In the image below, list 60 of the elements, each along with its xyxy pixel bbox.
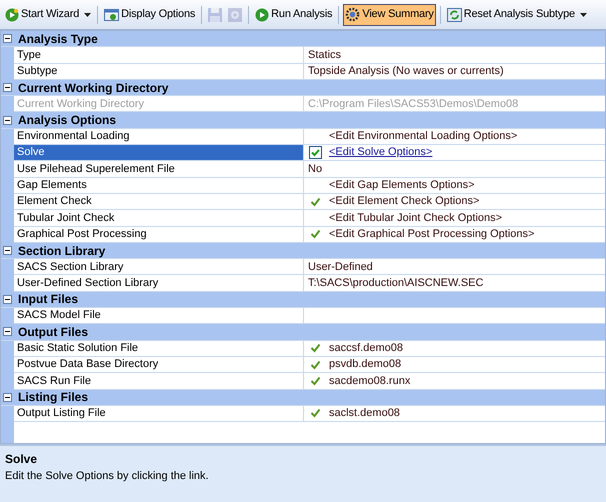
property-value: No [308, 162, 322, 177]
edit-options-text[interactable]: <Edit Tubular Joint Check Options> [329, 210, 502, 226]
property-name[interactable]: User-Defined Section Library [14, 275, 304, 292]
category-title: Listing Files [18, 389, 88, 406]
edit-options-text[interactable]: <Edit Environmental Loading Options> [329, 128, 518, 145]
toolbar-button[interactable]: View Summary [343, 4, 436, 26]
property-name[interactable]: SACS Run File [14, 373, 304, 390]
property-name[interactable]: Subtype [14, 64, 304, 80]
toolbar-button[interactable]: Start Wizard [3, 4, 94, 26]
caret-icon [580, 12, 587, 16]
description-title: Solve [5, 451, 38, 468]
edit-options-text[interactable]: psvdb.demo08 [329, 356, 402, 373]
collapse-icon[interactable] [3, 83, 12, 92]
property-name[interactable]: Element Check [14, 194, 304, 210]
toolbar-button[interactable]: Run Analysis [253, 4, 334, 26]
edit-options-text[interactable]: <Edit Graphical Post Processing Options> [329, 226, 534, 242]
category-title: Input Files [18, 291, 78, 308]
property-value: Statics [308, 48, 342, 63]
property-value: T:\SACS\production\AISCNEW.SEC [308, 276, 484, 291]
edit-link[interactable]: <Edit Solve Options> [329, 144, 432, 161]
edit-options-text[interactable]: sacdemo08.runx [329, 372, 410, 390]
property-name[interactable]: Basic Static Solution File [14, 340, 304, 357]
collapse-icon[interactable] [3, 246, 12, 255]
edit-options-text[interactable]: <Edit Gap Elements Options> [329, 177, 475, 194]
category-title: Analysis Type [18, 30, 98, 48]
property-name[interactable]: Postvue Data Base Directory [14, 356, 304, 374]
property-name[interactable]: Tubular Joint Check [14, 210, 304, 227]
collapse-icon[interactable] [3, 294, 12, 304]
checkbox[interactable] [308, 146, 322, 160]
property-name[interactable]: Solve [14, 145, 304, 162]
property-value: User-Defined [308, 260, 373, 275]
play-circle-icon [255, 8, 270, 22]
toolbar-button[interactable]: Reset Analysis Subtype [444, 4, 589, 26]
property-name[interactable]: Type [14, 47, 304, 64]
caret-icon [84, 12, 92, 16]
toolbar-button[interactable]: Display Options [102, 4, 198, 26]
refresh-icon [446, 8, 462, 22]
edit-options-text[interactable]: saclst.demo08 [329, 405, 400, 422]
property-name[interactable]: Use Pilehead Superelement File [14, 161, 304, 178]
category-title: Section Library [18, 242, 106, 260]
category-title: Current Working Directory [18, 80, 168, 97]
property-name[interactable]: Gap Elements [14, 178, 304, 194]
collapse-icon[interactable] [3, 116, 12, 125]
description-text: Edit the Solve Options by clicking the link. [5, 469, 210, 484]
collapse-icon[interactable] [3, 327, 12, 336]
property-name[interactable]: SACS Model File [14, 308, 304, 324]
category-title: Output Files [18, 324, 88, 341]
play-circle-icon [5, 8, 19, 22]
property-name[interactable]: Environmental Loading [14, 128, 304, 146]
category-title: Analysis Options [18, 112, 116, 130]
property-value: C:\Program Files\SACS53\Demos\Demo08 [308, 96, 518, 112]
window-icon [104, 8, 120, 22]
property-name[interactable]: SACS Section Library [14, 259, 304, 276]
collapse-icon[interactable] [3, 34, 12, 44]
edit-options-text[interactable]: <Edit Element Check Options> [329, 193, 480, 210]
property-name[interactable]: Graphical Post Processing [14, 226, 304, 243]
collapse-icon[interactable] [3, 392, 12, 402]
property-value: Topside Analysis (No waves or currents) [308, 64, 504, 79]
edit-options-text[interactable]: saccsf.demo08 [329, 340, 403, 357]
property-name[interactable]: Output Listing File [14, 406, 304, 422]
